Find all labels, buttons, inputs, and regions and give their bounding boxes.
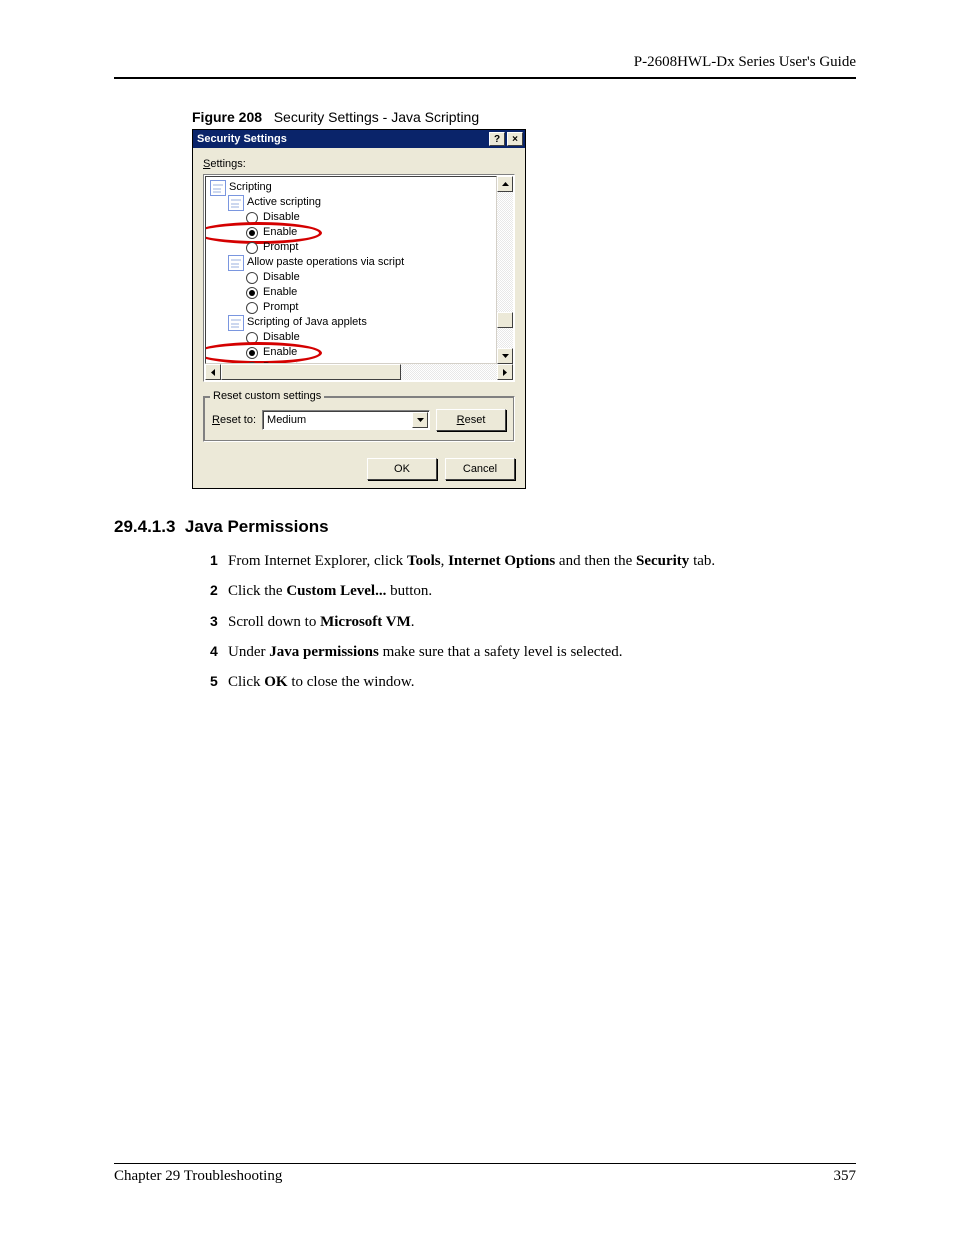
cancel-button[interactable]: Cancel [445, 458, 515, 480]
reset-level-combobox[interactable]: Medium [262, 410, 430, 430]
vertical-scrollbar[interactable] [497, 176, 513, 364]
node-allow-paste[interactable]: Allow paste operations via script [210, 255, 496, 270]
figure-label: Figure 208 [192, 109, 262, 125]
node-scripting[interactable]: Scripting [210, 180, 496, 195]
scroll-down-icon[interactable] [497, 348, 513, 364]
scroll-track[interactable] [221, 364, 497, 380]
settings-label: Settings: [203, 158, 515, 170]
step-item: 5Click OK to close the window. [210, 672, 856, 692]
page-footer: Chapter 29 Troubleshooting 357 [114, 1163, 856, 1185]
radio-prompt[interactable]: Prompt [210, 240, 496, 255]
settings-tree: Scripting Active scripting Disable Enabl… [203, 174, 515, 382]
help-icon[interactable]: ? [489, 132, 505, 146]
radio-icon [246, 212, 258, 224]
close-icon[interactable]: × [507, 132, 523, 146]
scroll-icon [228, 195, 244, 211]
reset-button[interactable]: Reset [436, 409, 506, 431]
doc-title: P-2608HWL-Dx Series User's Guide [634, 54, 856, 70]
groupbox-title: Reset custom settings [210, 390, 324, 402]
radio-icon [246, 272, 258, 284]
step-item: 3Scroll down to Microsoft VM. [210, 612, 856, 632]
step-item: 4Under Java permissions make sure that a… [210, 642, 856, 662]
radio-disable[interactable]: Disable [210, 270, 496, 285]
scroll-up-icon[interactable] [497, 176, 513, 192]
figure-caption: Figure 208 Security Settings - Java Scri… [192, 109, 856, 125]
steps-list: 1From Internet Explorer, click Tools, In… [210, 551, 856, 692]
dialog-title: Security Settings [197, 133, 489, 145]
tree-viewport: Scripting Active scripting Disable Enabl… [205, 176, 497, 364]
node-scripting-applets[interactable]: Scripting of Java applets [210, 315, 496, 330]
node-active-scripting[interactable]: Active scripting [210, 195, 496, 210]
security-settings-dialog: Security Settings ? × Settings: Scriptin… [192, 129, 526, 489]
radio-icon [246, 302, 258, 314]
radio-icon [246, 227, 258, 239]
radio-icon [246, 287, 258, 299]
ok-button[interactable]: OK [367, 458, 437, 480]
scroll-icon [228, 255, 244, 271]
radio-enable[interactable]: Enable [210, 225, 496, 240]
chevron-down-icon[interactable] [412, 412, 428, 428]
radio-enable[interactable]: Enable [210, 285, 496, 300]
combo-value: Medium [267, 414, 306, 426]
scroll-track[interactable] [497, 192, 513, 348]
reset-to-label: Reset to: [212, 414, 256, 426]
scroll-icon [228, 315, 244, 331]
radio-prompt[interactable]: Prompt [210, 300, 496, 315]
radio-icon [246, 242, 258, 254]
step-item: 2Click the Custom Level... button. [210, 581, 856, 601]
step-item: 1From Internet Explorer, click Tools, In… [210, 551, 856, 571]
radio-icon [246, 347, 258, 359]
scroll-left-icon[interactable] [205, 364, 221, 380]
page-header: P-2608HWL-Dx Series User's Guide [114, 54, 856, 79]
chapter-label: Chapter 29 Troubleshooting [114, 1168, 282, 1185]
radio-enable[interactable]: Enable [210, 345, 496, 360]
title-bar[interactable]: Security Settings ? × [193, 130, 525, 148]
scroll-thumb[interactable] [497, 312, 513, 328]
section-title: Java Permissions [185, 517, 329, 536]
page-number: 357 [834, 1168, 857, 1185]
horizontal-scrollbar[interactable] [205, 364, 513, 380]
scroll-thumb[interactable] [221, 364, 401, 380]
section-heading: 29.4.1.3 Java Permissions [114, 517, 856, 537]
radio-disable[interactable]: Disable [210, 210, 496, 225]
scroll-right-icon[interactable] [497, 364, 513, 380]
figure-title: Security Settings - Java Scripting [274, 109, 479, 125]
radio-disable[interactable]: Disable [210, 330, 496, 345]
radio-icon [246, 332, 258, 344]
section-number: 29.4.1.3 [114, 517, 175, 536]
scroll-icon [210, 180, 226, 196]
reset-groupbox: Reset custom settings Reset to: Medium R… [203, 396, 515, 442]
